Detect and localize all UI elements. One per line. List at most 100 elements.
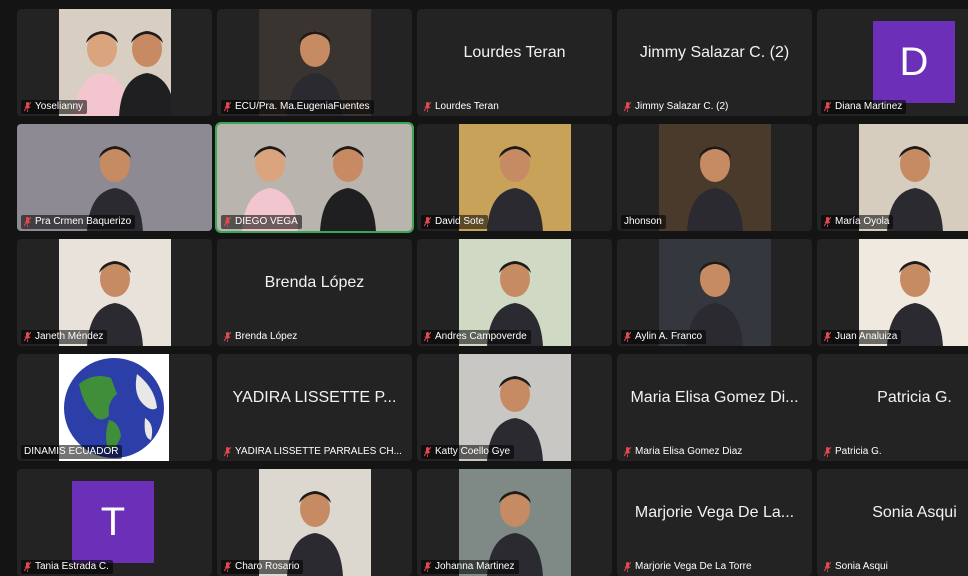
- participant-name-label: Janeth Méndez: [21, 330, 108, 344]
- muted-mic-icon: [24, 562, 31, 572]
- participant-name: Patricia G.: [835, 446, 882, 457]
- participant-silhouette: [487, 146, 543, 231]
- participant-display-name: YADIRA LISSETTE P...: [232, 388, 397, 406]
- participant-name-label: Brenda López: [221, 330, 301, 344]
- participant-tile[interactable]: David Sote: [417, 124, 612, 231]
- participant-name: ECU/Pra. Ma.EugeniaFuentes: [235, 101, 370, 112]
- participant-name: Jhonson: [624, 216, 662, 227]
- participant-tile[interactable]: Janeth Méndez: [17, 239, 212, 346]
- participant-tile[interactable]: María Oyola: [817, 124, 968, 231]
- participant-name: Charo Rosario: [235, 561, 300, 572]
- participant-name-label: Patricia G.: [821, 445, 886, 459]
- participant-tile[interactable]: Juan Analuiza: [817, 239, 968, 346]
- muted-mic-icon: [624, 102, 631, 112]
- participant-tile[interactable]: T Tania Estrada C.: [17, 469, 212, 576]
- participant-name-label: Johanna Martinez: [421, 560, 519, 574]
- participant-tile[interactable]: Yoselianny: [17, 9, 212, 116]
- participant-display-name: Lourdes Teran: [463, 43, 566, 61]
- muted-mic-icon: [24, 217, 31, 227]
- participant-name-label: David Sote: [421, 215, 488, 229]
- participant-tile[interactable]: D Diana Martinez: [817, 9, 968, 116]
- participant-tile[interactable]: Andres Campoverde: [417, 239, 612, 346]
- participant-tile[interactable]: Brenda López Brenda López: [217, 239, 412, 346]
- participant-display-name: Patricia G.: [877, 388, 952, 406]
- participant-name-label: Aylin A. Franco: [621, 330, 707, 344]
- participant-silhouette: [320, 146, 376, 231]
- participant-name-label: Sonia Asqui: [821, 560, 892, 574]
- participant-tile[interactable]: Lourdes Teran Lourdes Teran: [417, 9, 612, 116]
- participant-tile[interactable]: Patricia G. Patricia G.: [817, 354, 968, 461]
- participant-name: Maria Elisa Gomez Diaz: [635, 446, 743, 457]
- participant-silhouette: [887, 146, 943, 231]
- participant-name: Tania Estrada C.: [35, 561, 109, 572]
- participant-tile[interactable]: Aylin A. Franco: [617, 239, 812, 346]
- participant-name-label: Diana Martinez: [821, 100, 907, 114]
- muted-mic-icon: [824, 217, 831, 227]
- muted-mic-icon: [824, 332, 831, 342]
- muted-mic-icon: [24, 332, 31, 342]
- participant-tile[interactable]: Jimmy Salazar C. (2) Jimmy Salazar C. (2): [617, 9, 812, 116]
- participant-name: María Oyola: [835, 216, 890, 227]
- participant-avatar: D: [873, 21, 955, 103]
- participant-name: Pra Crmen Baquerizo: [35, 216, 132, 227]
- participant-name: Lourdes Teran: [435, 101, 499, 112]
- participant-tile[interactable]: Katty Coello Gye: [417, 354, 612, 461]
- participant-name-label: Jimmy Salazar C. (2): [621, 100, 732, 114]
- participant-tile[interactable]: Pra Crmen Baquerizo: [17, 124, 212, 231]
- participant-name: Juan Analuiza: [835, 331, 898, 342]
- participant-tile[interactable]: DIEGO VEGA: [215, 122, 414, 233]
- participant-name-label: Maria Elisa Gomez Diaz: [621, 445, 746, 459]
- participant-name: Jimmy Salazar C. (2): [635, 101, 729, 112]
- participant-tile[interactable]: DINAMIS ECUADOR: [17, 354, 212, 461]
- muted-mic-icon: [624, 332, 631, 342]
- participant-name: David Sote: [435, 216, 484, 227]
- participant-name: Katty Coello Gye: [435, 446, 511, 457]
- participant-tile[interactable]: Johanna Martinez: [417, 469, 612, 576]
- participant-name: Brenda López: [235, 331, 298, 342]
- muted-mic-icon: [224, 562, 231, 572]
- participant-tile[interactable]: ECU/Pra. Ma.EugeniaFuentes: [217, 9, 412, 116]
- participant-tile[interactable]: Charo Rosario: [217, 469, 412, 576]
- participant-tile[interactable]: Maria Elisa Gomez Di... Maria Elisa Gomez…: [617, 354, 812, 461]
- participant-gallery: Yoselianny ECU/Pra. Ma.EugeniaFuentes Lour…: [0, 0, 968, 576]
- participant-name: YADIRA LISSETTE PARRALES CH...: [235, 446, 402, 457]
- muted-mic-icon: [824, 447, 831, 457]
- participant-silhouette: [119, 31, 171, 116]
- participant-display-name: Sonia Asqui: [872, 503, 957, 521]
- muted-mic-icon: [424, 447, 431, 457]
- muted-mic-icon: [424, 217, 431, 227]
- participant-name-label: Lourdes Teran: [421, 100, 503, 114]
- participant-name-label: Jhonson: [621, 215, 666, 229]
- participant-name-label: Juan Analuiza: [821, 330, 902, 344]
- muted-mic-icon: [424, 102, 431, 112]
- participant-name-label: DIEGO VEGA: [221, 215, 302, 229]
- participant-display-name: Brenda López: [264, 273, 365, 291]
- participant-name-label: Charo Rosario: [221, 560, 304, 574]
- participant-display-name: Jimmy Salazar C. (2): [639, 43, 790, 61]
- muted-mic-icon: [24, 102, 31, 112]
- muted-mic-icon: [424, 562, 431, 572]
- participant-name: Aylin A. Franco: [635, 331, 703, 342]
- muted-mic-icon: [824, 562, 831, 572]
- participant-name: Sonia Asqui: [835, 561, 888, 572]
- participant-avatar: T: [72, 481, 154, 563]
- participant-tile[interactable]: YADIRA LISSETTE P... YADIRA LISSETTE PARR…: [217, 354, 412, 461]
- participant-name-label: Tania Estrada C.: [21, 560, 113, 574]
- muted-mic-icon: [224, 217, 231, 227]
- participant-name: Johanna Martinez: [435, 561, 515, 572]
- muted-mic-icon: [624, 447, 631, 457]
- participant-name: Janeth Méndez: [35, 331, 104, 342]
- participant-tile[interactable]: Jhonson: [617, 124, 812, 231]
- participant-name-label: DINAMIS ECUADOR: [21, 445, 123, 459]
- muted-mic-icon: [424, 332, 431, 342]
- participant-tile[interactable]: Marjorie Vega De La... Marjorie Vega De L…: [617, 469, 812, 576]
- participant-name: Diana Martinez: [835, 101, 903, 112]
- participant-name: DINAMIS ECUADOR: [24, 446, 119, 457]
- participant-name-label: ECU/Pra. Ma.EugeniaFuentes: [221, 100, 374, 114]
- muted-mic-icon: [824, 102, 831, 112]
- participant-video: [659, 124, 771, 231]
- participant-display-name: Marjorie Vega De La...: [634, 503, 795, 521]
- participant-tile[interactable]: Sonia Asqui Sonia Asqui: [817, 469, 968, 576]
- participant-display-name: Maria Elisa Gomez Di...: [630, 388, 799, 406]
- participant-name-label: Andres Campoverde: [421, 330, 531, 344]
